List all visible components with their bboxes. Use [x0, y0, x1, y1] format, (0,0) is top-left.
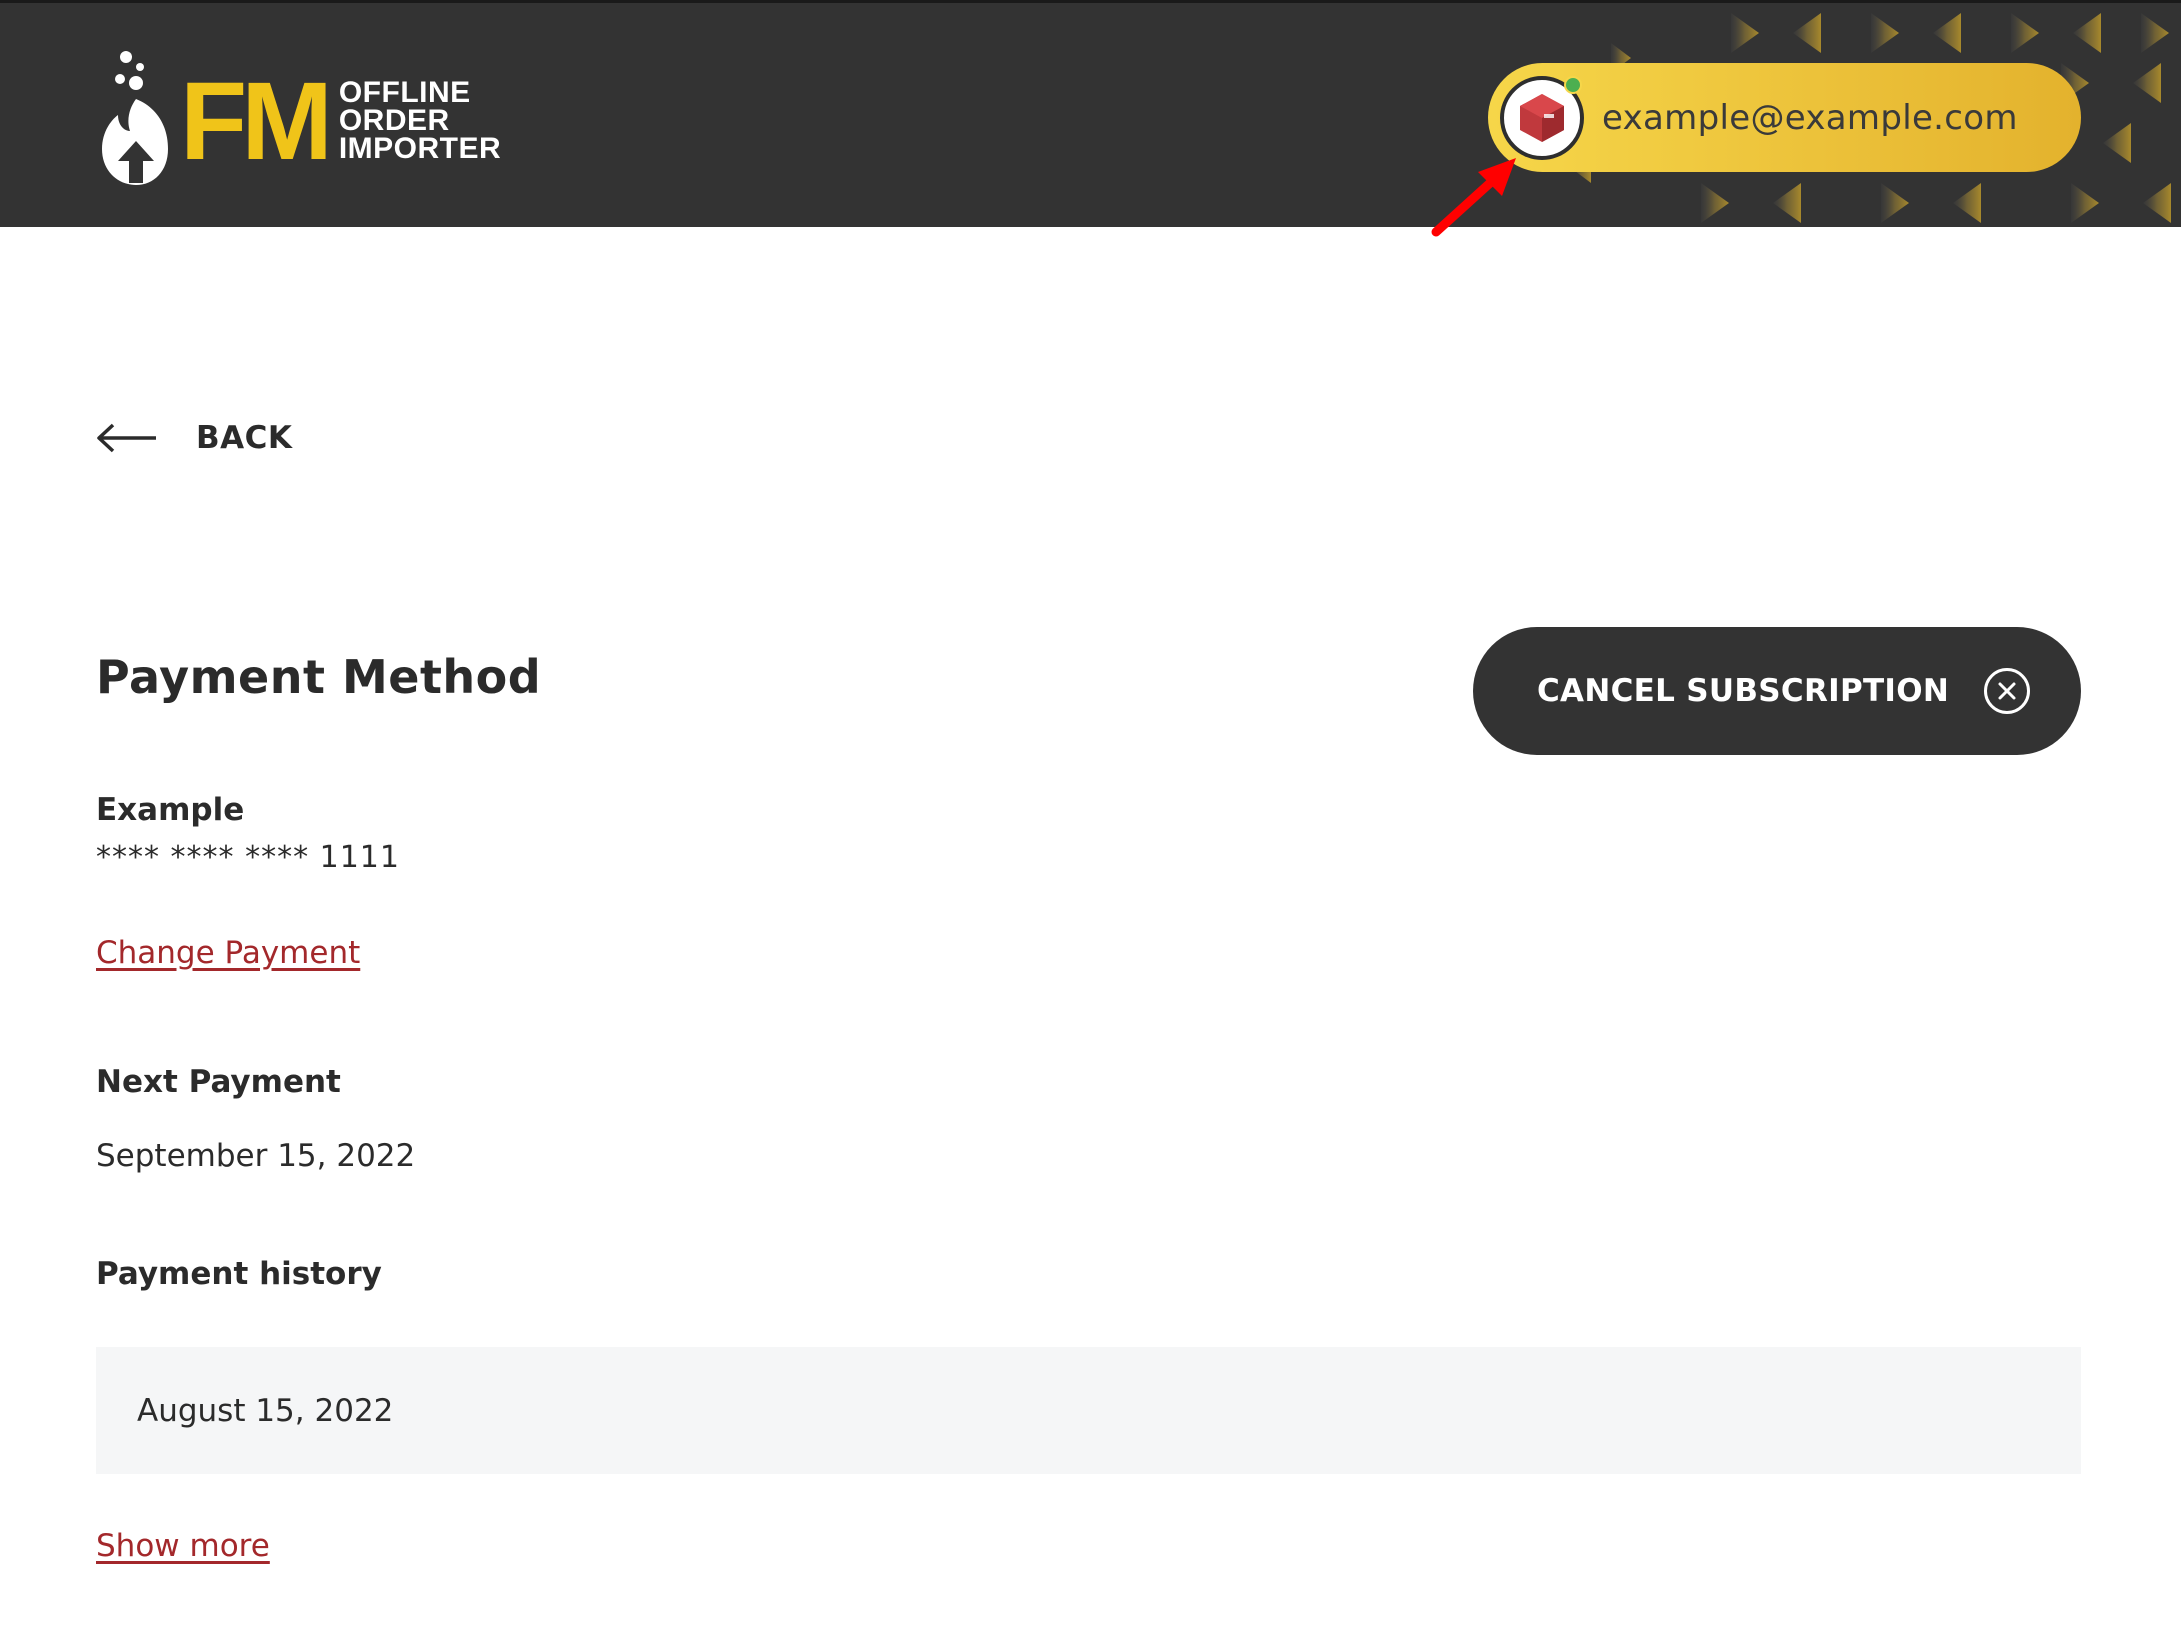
page-title: Payment Method	[96, 650, 542, 704]
logo-wordmark: OFFLINE ORDER IMPORTER	[338, 76, 502, 165]
history-date: August 15, 2022	[137, 1392, 394, 1429]
logo-fm-letters: FM	[180, 60, 333, 183]
back-label: BACK	[196, 420, 293, 456]
masked-card-number: **** **** **** 1111	[96, 840, 400, 875]
logo-line-offline: OFFLINE	[338, 76, 471, 109]
next-payment-date: September 15, 2022	[96, 1138, 416, 1174]
logo-line-importer: IMPORTER	[338, 132, 502, 165]
cancel-subscription-button[interactable]: CANCEL SUBSCRIPTION	[1473, 627, 2081, 755]
card-name: Example	[96, 792, 245, 828]
account-menu-button[interactable]: example@example.com	[1488, 63, 2081, 172]
close-circle-icon	[1984, 668, 2031, 714]
show-more-link[interactable]: Show more	[96, 1528, 270, 1564]
fire-upload-icon	[102, 51, 168, 185]
back-button[interactable]: BACK	[96, 420, 292, 456]
cancel-subscription-label: CANCEL SUBSCRIPTION	[1537, 673, 1950, 709]
brand-logo[interactable]: FM OFFLINE ORDER IMPORTER	[96, 49, 501, 189]
arrow-left-icon	[97, 423, 156, 453]
table-row: August 15, 2022	[96, 1347, 2081, 1474]
avatar[interactable]	[1500, 75, 1584, 160]
logo-line-order: ORDER	[338, 104, 450, 137]
next-payment-label: Next Payment	[96, 1064, 341, 1100]
top-header: FM OFFLINE ORDER IMPORTER example@exampl…	[0, 0, 2181, 227]
red-cube-icon	[1520, 93, 1564, 142]
account-email: example@example.com	[1602, 97, 2018, 138]
online-status-dot	[1564, 75, 1582, 94]
change-payment-link[interactable]: Change Payment	[96, 935, 360, 971]
payment-history-label: Payment history	[96, 1256, 382, 1292]
